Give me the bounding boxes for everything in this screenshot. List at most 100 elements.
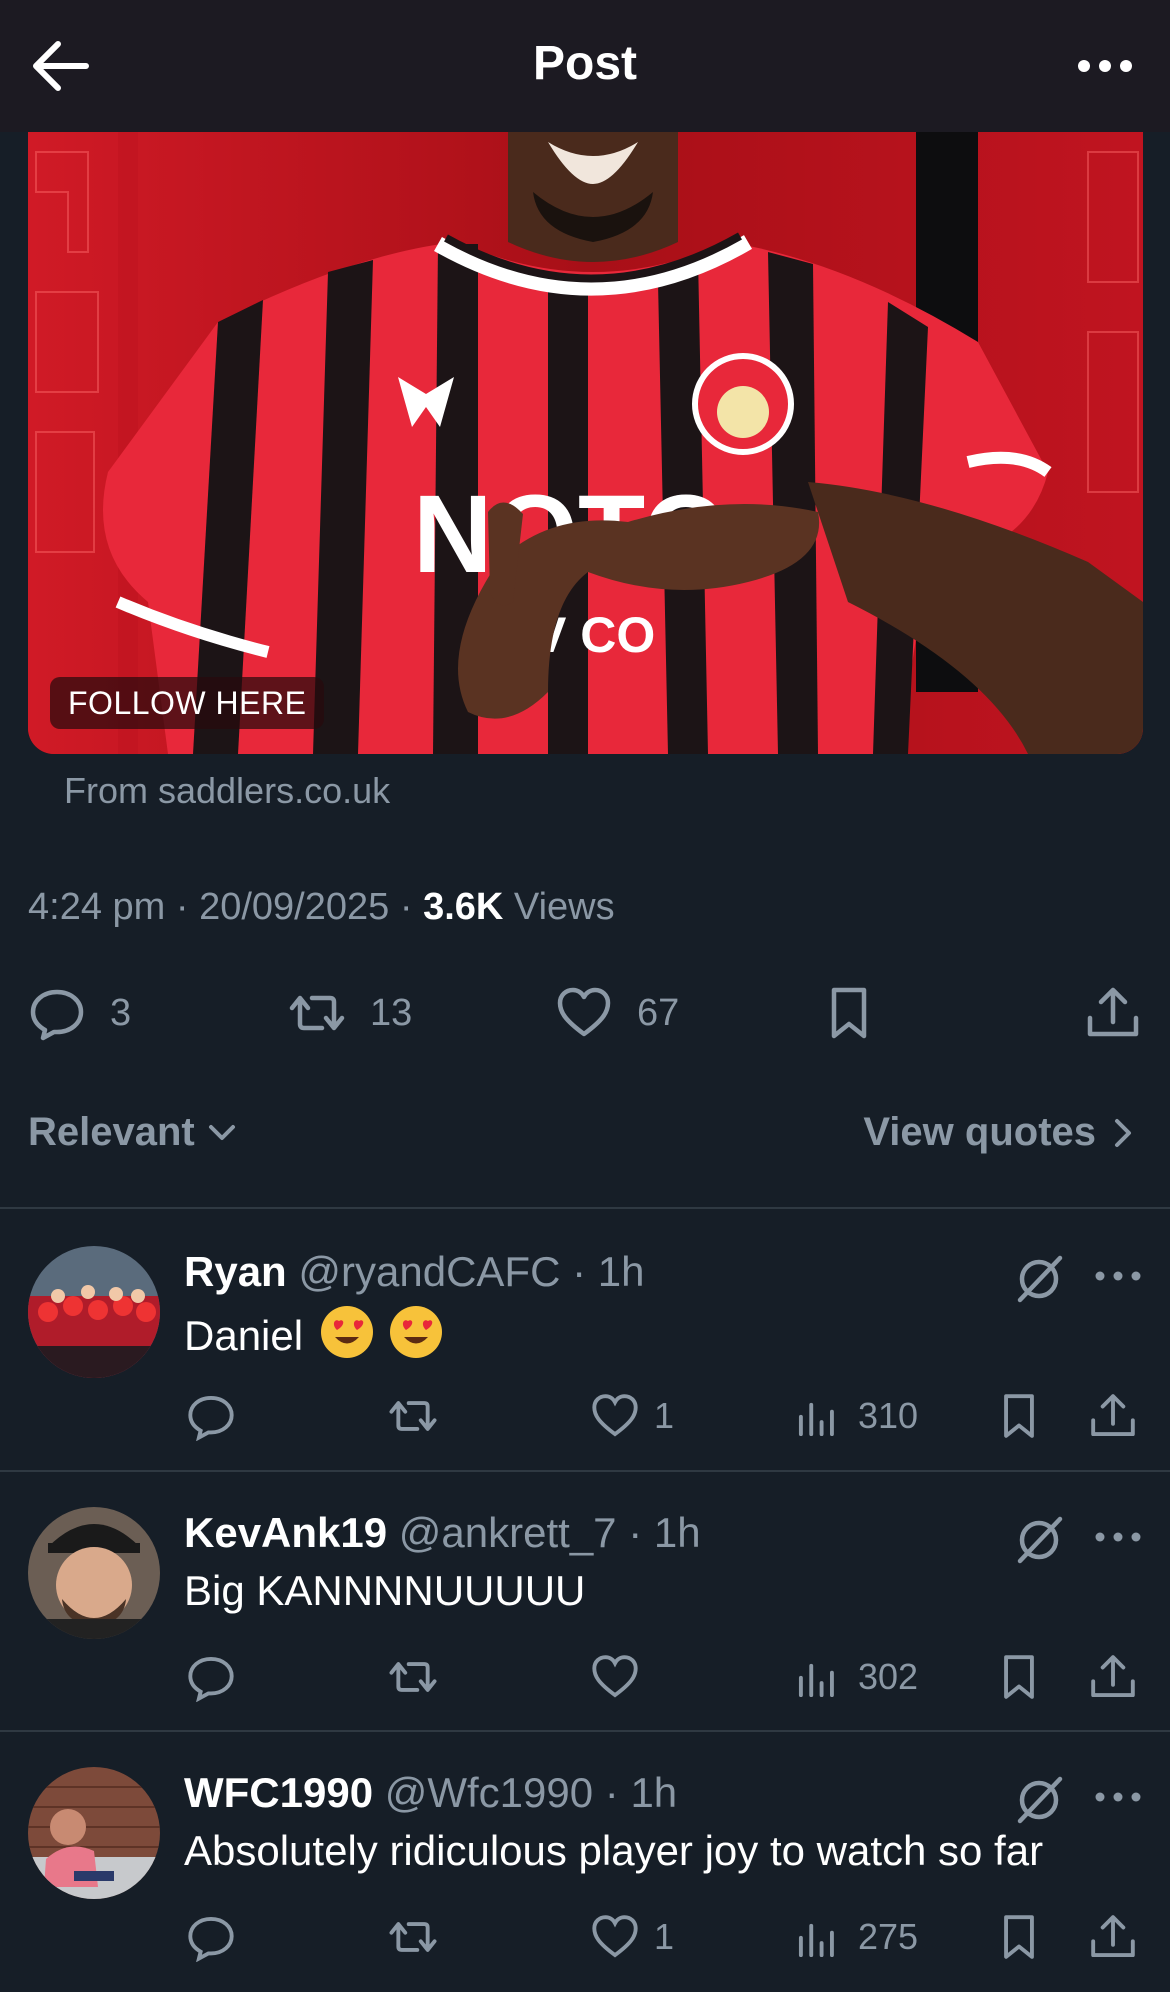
page-title: Post — [532, 37, 637, 90]
share-button[interactable] — [1088, 1647, 1138, 1707]
views-chart-icon — [798, 1923, 834, 1958]
avatar[interactable] — [28, 1767, 160, 1899]
reply-icon — [30, 989, 84, 1041]
heart-eyes-emoji-icon — [320, 1306, 373, 1358]
repost-icon — [389, 1662, 437, 1692]
share-button[interactable] — [1084, 978, 1142, 1048]
reply-header: WFC1990 @Wfc1990 · 1h — [184, 1769, 677, 1817]
reply-icon — [188, 1656, 234, 1702]
avatar[interactable] — [28, 1507, 160, 1639]
views-count: 310 — [858, 1395, 919, 1436]
link-card-image[interactable]: NOTO V CO FOLLOW HERE — [28, 132, 1143, 754]
heart-icon — [592, 1915, 638, 1958]
chevron-right-icon — [1115, 1118, 1131, 1147]
reply-item[interactable]: WFC1990 @Wfc1990 · 1h Absolutely ridicul… — [0, 1731, 1170, 1991]
more-options-icon[interactable] — [1070, 40, 1140, 92]
reply-author-handle[interactable]: @ryandCAFC — [298, 1248, 560, 1295]
heart-eyes-emoji-icon — [390, 1306, 443, 1358]
like-button[interactable]: 67 — [555, 978, 679, 1048]
like-button[interactable]: 1 — [590, 1386, 674, 1446]
bookmark-button[interactable] — [994, 1647, 1044, 1707]
bookmark-button[interactable] — [820, 978, 878, 1048]
reply-author-handle[interactable]: @Wfc1990 — [385, 1769, 593, 1816]
sort-label: Relevant — [28, 1110, 195, 1154]
repost-icon — [289, 995, 345, 1031]
like-count: 1 — [654, 1916, 675, 1957]
meta-separator: · — [628, 1509, 654, 1556]
divider — [0, 1207, 1170, 1209]
reply-action-bar: 302 — [0, 1647, 1170, 1707]
more-options-icon[interactable] — [1090, 1777, 1146, 1817]
view-quotes-link[interactable]: View quotes — [863, 1110, 1136, 1155]
reply-action-bar: 1 310 — [0, 1386, 1170, 1446]
grok-icon[interactable] — [1010, 1511, 1068, 1569]
reply-button[interactable] — [186, 1907, 236, 1967]
meta-separator: · — [572, 1248, 598, 1295]
sort-dropdown[interactable]: Relevant — [28, 1110, 239, 1155]
reply-icon — [188, 1916, 234, 1962]
grok-icon[interactable] — [1010, 1771, 1068, 1829]
avatar[interactable] — [28, 1246, 160, 1378]
heart-icon — [592, 1394, 638, 1437]
post-action-bar: 3 13 67 — [0, 978, 1170, 1048]
bookmark-icon — [1004, 1915, 1034, 1959]
meta-separator: · — [604, 1769, 631, 1816]
heart-icon — [557, 987, 611, 1037]
share-icon — [1091, 1655, 1135, 1698]
meta-separator: · — [175, 886, 200, 928]
repost-button[interactable]: 13 — [288, 978, 412, 1048]
like-button[interactable]: 1 — [590, 1907, 674, 1967]
repost-button[interactable] — [388, 1647, 438, 1707]
reply-button[interactable]: 3 — [28, 978, 131, 1048]
repost-button[interactable] — [388, 1386, 438, 1446]
views-chart-icon — [798, 1663, 834, 1698]
post-metadata: 4:24 pm · 20/09/2025 · 3.6K Views — [28, 886, 615, 929]
bookmark-icon — [831, 987, 867, 1039]
like-button[interactable] — [590, 1647, 654, 1707]
share-icon — [1087, 987, 1139, 1037]
bookmark-icon — [1004, 1394, 1034, 1438]
share-button[interactable] — [1088, 1907, 1138, 1967]
share-button[interactable] — [1088, 1386, 1138, 1446]
reply-author-name[interactable]: WFC1990 — [184, 1769, 373, 1816]
views-button[interactable]: 275 — [794, 1907, 918, 1967]
reply-text: Daniel — [184, 1306, 443, 1360]
views-button[interactable]: 310 — [794, 1386, 918, 1446]
grok-icon[interactable] — [1010, 1250, 1068, 1308]
views-button[interactable]: 302 — [794, 1647, 918, 1707]
reply-item[interactable]: Ryan @ryandCAFC · 1h Daniel 1 310 — [0, 1210, 1170, 1470]
views-label: Views — [513, 886, 615, 928]
reply-author-name[interactable]: Ryan — [184, 1248, 287, 1295]
repost-button[interactable] — [388, 1907, 438, 1967]
card-source-link[interactable]: From saddlers.co.uk — [64, 770, 390, 812]
reply-header: Ryan @ryandCAFC · 1h — [184, 1248, 644, 1296]
reply-author-name[interactable]: KevAnk19 — [184, 1509, 387, 1556]
views-count[interactable]: 3.6K — [423, 886, 503, 928]
reply-text: Big KANNNNUUUUU — [184, 1567, 586, 1614]
reply-button[interactable] — [186, 1647, 236, 1707]
reply-author-handle[interactable]: @ankrett_7 — [399, 1509, 617, 1556]
reply-text: Absolutely ridiculous player joy to watc… — [184, 1827, 1044, 1874]
reply-count: 3 — [110, 991, 132, 1034]
more-options-icon[interactable] — [1090, 1256, 1146, 1296]
meta-separator: · — [399, 886, 424, 928]
heart-icon — [592, 1655, 638, 1698]
post-date: 20/09/2025 — [199, 886, 390, 928]
follow-here-label[interactable]: FOLLOW HERE — [50, 677, 325, 729]
top-bar: Post — [0, 0, 1170, 132]
reply-sort-row: Relevant View quotes — [0, 1106, 1170, 1166]
chevron-down-icon — [208, 1124, 235, 1140]
reply-header: KevAnk19 @ankrett_7 · 1h — [184, 1509, 701, 1557]
reply-button[interactable] — [186, 1386, 236, 1446]
post-page: Post V CO FOLLOW HERE From saddlers.co.u… — [0, 0, 1170, 1992]
views-chart-icon — [798, 1402, 834, 1437]
bookmark-button[interactable] — [994, 1386, 1044, 1446]
more-options-icon[interactable] — [1090, 1517, 1146, 1557]
reply-item[interactable]: KevAnk19 @ankrett_7 · 1h Big KANNNNUUUUU — [0, 1471, 1170, 1731]
views-count: 275 — [858, 1916, 919, 1957]
share-icon — [1091, 1394, 1135, 1437]
view-quotes-label: View quotes — [863, 1110, 1096, 1154]
reply-action-bar: 1 275 — [0, 1907, 1170, 1967]
bookmark-button[interactable] — [994, 1907, 1044, 1967]
reply-time: 1h — [630, 1769, 678, 1816]
